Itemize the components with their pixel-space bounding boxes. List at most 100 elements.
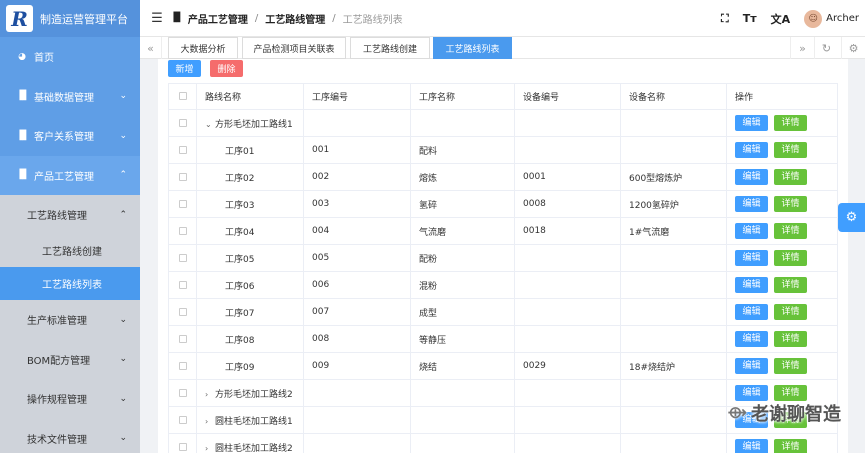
row-checkbox[interactable] (168, 136, 197, 164)
tab-scroll-right-icon[interactable]: » (790, 37, 814, 59)
tab-scroll-left-icon[interactable]: « (140, 37, 162, 59)
refresh-icon[interactable]: ↻ (814, 37, 838, 59)
cell-actions: 编辑 详情 (726, 244, 838, 272)
menu-toggle-icon[interactable]: ☰ (144, 11, 170, 26)
column-header: 路线名称 (196, 83, 304, 110)
cell-process-code: 005 (303, 244, 411, 272)
scrollbar[interactable] (848, 59, 865, 453)
edit-button[interactable]: 编辑 (735, 223, 768, 239)
edit-button[interactable]: 编辑 (735, 304, 768, 320)
detail-button[interactable]: 详情 (774, 358, 807, 374)
avatar[interactable]: ☺ (804, 9, 823, 28)
bar-chart-icon: ▐▌ (16, 91, 30, 102)
edit-button[interactable]: 编辑 (735, 250, 768, 266)
settings-fab[interactable]: ⚙ (838, 203, 865, 232)
sidebar-item-production-standard[interactable]: 生产标准管理 ⌄ (0, 300, 140, 340)
edit-button[interactable]: 编辑 (735, 385, 768, 401)
sidebar-item-product-process[interactable]: ▐▌ 产品工艺管理 ⌃ (0, 155, 140, 195)
sidebar-item-route-list[interactable]: 工艺路线列表 (0, 267, 140, 300)
detail-button[interactable]: 详情 (774, 439, 807, 453)
detail-button[interactable]: 详情 (774, 223, 807, 239)
cell-process-code (303, 406, 411, 434)
edit-button[interactable]: 编辑 (735, 115, 768, 131)
row-checkbox[interactable] (168, 433, 197, 453)
wechat-icon: ⟴ (727, 403, 747, 423)
edit-button[interactable]: 编辑 (735, 142, 768, 158)
sidebar-item-basic-data[interactable]: ▐▌ 基础数据管理 ⌄ (0, 77, 140, 117)
table-row: 工序03 003 氢碎 0008 1200氢碎炉 编辑 详情 (168, 190, 838, 218)
sidebar-item-route-create[interactable]: 工艺路线创建 (0, 234, 140, 267)
row-checkbox[interactable] (168, 271, 197, 299)
tab-route-create[interactable]: 工艺路线创建 (350, 37, 430, 59)
font-size-icon[interactable]: Tт (743, 12, 757, 25)
chevron-right-icon[interactable]: › (205, 444, 215, 453)
edit-button[interactable]: 编辑 (735, 331, 768, 347)
route-name: 工序09 (225, 362, 255, 373)
breadcrumb-item[interactable]: 产品工艺管理 (188, 11, 248, 26)
row-checkbox[interactable] (168, 217, 197, 245)
edit-button[interactable]: 编辑 (735, 439, 768, 453)
cell-device-name (620, 379, 727, 407)
detail-button[interactable]: 详情 (774, 304, 807, 320)
chevron-up-icon: ⌃ (119, 170, 127, 181)
tab-big-data[interactable]: 大数据分析 (168, 37, 238, 59)
tab-product-inspection[interactable]: 产品检测项目关联表 (242, 37, 346, 59)
select-all-checkbox[interactable] (168, 83, 197, 110)
detail-button[interactable]: 详情 (774, 331, 807, 347)
chevron-right-icon[interactable]: › (205, 417, 215, 426)
cell-device-name: 1200氢碎炉 (620, 190, 727, 218)
sidebar-item-process-route[interactable]: 工艺路线管理 ⌃ (0, 195, 140, 234)
row-checkbox[interactable] (168, 298, 197, 326)
fullscreen-icon[interactable]: ⛶ (721, 12, 729, 26)
row-checkbox[interactable] (168, 109, 197, 137)
cell-route-name: 工序08 (196, 325, 304, 353)
cell-device-code (514, 298, 621, 326)
column-header: 操作 (726, 83, 838, 110)
detail-button[interactable]: 详情 (774, 250, 807, 266)
gear-icon[interactable]: ⚙ (841, 37, 865, 59)
breadcrumb-item[interactable]: 工艺路线管理 (265, 11, 325, 26)
cell-actions: 编辑 详情 (726, 163, 838, 191)
detail-button[interactable]: 详情 (774, 385, 807, 401)
row-checkbox[interactable] (168, 352, 197, 380)
cell-process-code: 006 (303, 271, 411, 299)
tab-bar: « 大数据分析 产品检测项目关联表 工艺路线创建 工艺路线列表 » ↻ ⚙ (140, 37, 865, 59)
detail-button[interactable]: 详情 (774, 115, 807, 131)
cell-process-name (410, 406, 515, 434)
detail-button[interactable]: 详情 (774, 142, 807, 158)
table-row: 工序05 005 配粉 编辑 详情 (168, 244, 838, 272)
cell-process-code: 008 (303, 325, 411, 353)
row-checkbox[interactable] (168, 325, 197, 353)
detail-button[interactable]: 详情 (774, 277, 807, 293)
sidebar-item-home[interactable]: ◕ 首页 (0, 37, 140, 77)
dashboard-icon: ◕ (18, 51, 26, 62)
cell-process-code (303, 433, 411, 453)
sidebar-item-operation-rules[interactable]: 操作规程管理 ⌄ (0, 379, 140, 419)
detail-button[interactable]: 详情 (774, 196, 807, 212)
cell-device-name (620, 244, 727, 272)
delete-button[interactable]: 删除 (210, 60, 243, 77)
row-checkbox[interactable] (168, 406, 197, 434)
row-checkbox[interactable] (168, 244, 197, 272)
cell-process-code: 002 (303, 163, 411, 191)
row-checkbox[interactable] (168, 379, 197, 407)
edit-button[interactable]: 编辑 (735, 169, 768, 185)
sidebar-item-bom[interactable]: BOM配方管理 ⌄ (0, 339, 140, 379)
tab-label: 产品检测项目关联表 (253, 44, 335, 55)
edit-button[interactable]: 编辑 (735, 277, 768, 293)
row-checkbox[interactable] (168, 190, 197, 218)
detail-button[interactable]: 详情 (774, 169, 807, 185)
cell-process-name (410, 379, 515, 407)
edit-button[interactable]: 编辑 (735, 358, 768, 374)
user-name[interactable]: Archer (826, 13, 859, 24)
sidebar-item-crm[interactable]: ▐▌ 客户关系管理 ⌄ (0, 116, 140, 156)
row-checkbox[interactable] (168, 163, 197, 191)
tab-route-list[interactable]: 工艺路线列表 (433, 37, 512, 59)
chevron-down-icon[interactable]: ⌄ (205, 120, 215, 129)
cell-actions: 编辑 详情 (726, 190, 838, 218)
sidebar-item-tech-docs[interactable]: 技术文件管理 ⌄ (0, 418, 140, 453)
chevron-right-icon[interactable]: › (205, 390, 215, 399)
edit-button[interactable]: 编辑 (735, 196, 768, 212)
translate-icon[interactable]: 文A (771, 11, 791, 27)
add-button[interactable]: 新增 (168, 60, 201, 77)
